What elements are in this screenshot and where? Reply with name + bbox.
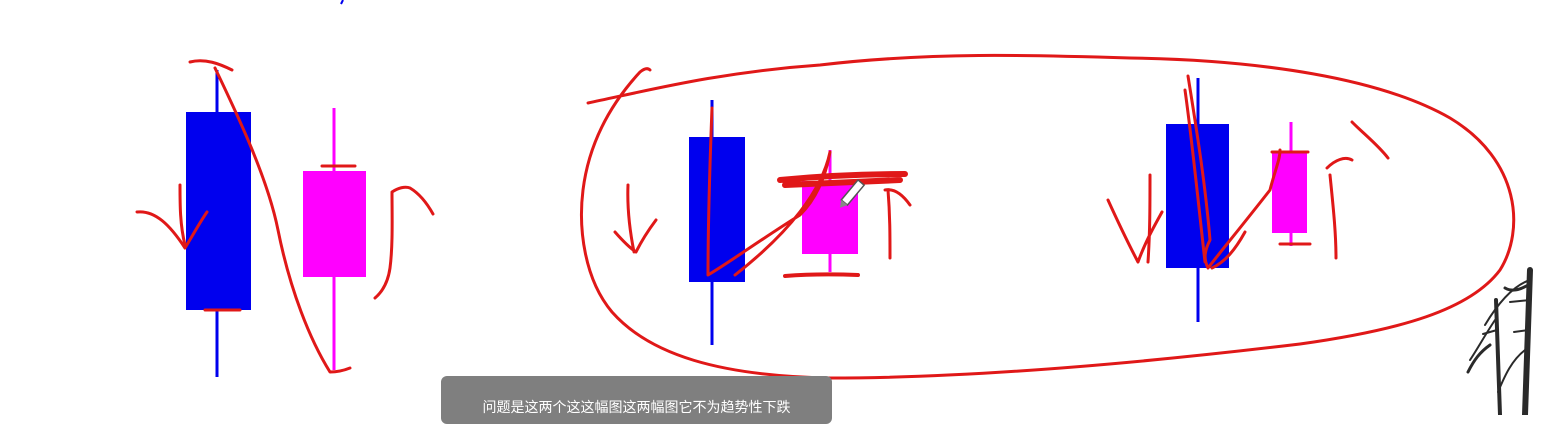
candle-1-body-bearish <box>186 112 251 310</box>
candle-pair-2 <box>689 100 858 345</box>
down-arrow-2 <box>613 183 658 254</box>
open-line-2 <box>777 171 908 188</box>
up-arrow-1 <box>373 185 435 300</box>
subtitle-caption: 问题是这两个这这幅图这两幅图它不为趋势性下跌 <box>441 376 832 424</box>
candle-3-body-bearish <box>689 137 745 282</box>
stray-mark <box>340 0 344 5</box>
up-arrow-2 <box>883 188 912 260</box>
up-arrow-3 <box>1325 120 1390 260</box>
down-arrow-3 <box>1106 173 1164 264</box>
candle-2-body-bullish <box>303 171 366 277</box>
candlestick-diagram <box>135 0 1533 415</box>
subtitle-text: 问题是这两个这这幅图这两幅图它不为趋势性下跌 <box>482 400 791 416</box>
close-line-2 <box>783 272 860 278</box>
